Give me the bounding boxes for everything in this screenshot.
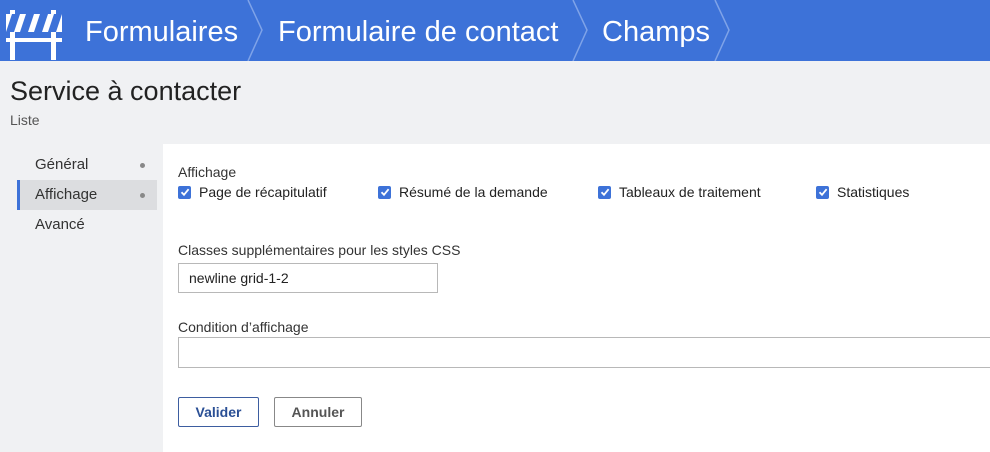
checkbox-request-summary[interactable]: Résumé de la demande: [378, 182, 548, 202]
checkbox-statistics[interactable]: Statistiques: [816, 182, 909, 202]
checkbox-checked-icon[interactable]: [598, 185, 611, 199]
barrier-icon: [6, 10, 62, 60]
checkbox-summary-page[interactable]: Page de récapitulatif: [178, 182, 327, 202]
dot-icon: [140, 163, 145, 168]
checkbox-label: Tableaux de traitement: [619, 184, 761, 200]
nav-item-advanced[interactable]: Avancé: [17, 210, 157, 240]
css-classes-input[interactable]: newline grid-1-2: [178, 263, 438, 293]
nav-item-label: Général: [35, 156, 89, 173]
display-condition-input[interactable]: [178, 337, 990, 368]
display-condition-label: Condition d’affichage: [178, 319, 309, 335]
checkbox-checked-icon[interactable]: [816, 185, 829, 199]
submit-button[interactable]: Valider: [178, 397, 259, 427]
nav-item-label: Avancé: [35, 216, 85, 233]
checkbox-checked-icon[interactable]: [378, 185, 391, 199]
checkbox-label: Résumé de la demande: [399, 184, 548, 200]
nav-item-general[interactable]: Général: [17, 150, 157, 180]
checkbox-label: Statistiques: [837, 184, 910, 200]
breadcrumb-fields[interactable]: Champs: [602, 0, 710, 61]
css-classes-label: Classes supplémentaires pour les styles …: [178, 242, 461, 258]
breadcrumb-forms[interactable]: Formulaires: [85, 0, 238, 61]
breadcrumb-contact-form[interactable]: Formulaire de contact: [278, 0, 558, 61]
chevron-right-icon: [570, 0, 590, 61]
page-title: Service à contacter: [10, 76, 242, 106]
cancel-button[interactable]: Annuler: [274, 397, 362, 427]
chevron-right-icon: [245, 0, 265, 61]
dot-icon: [140, 193, 145, 198]
chevron-right-icon: [712, 0, 732, 61]
checkbox-checked-icon[interactable]: [178, 185, 191, 199]
checkbox-processing-tables[interactable]: Tableaux de traitement: [598, 182, 761, 202]
top-bar: Formulaires Formulaire de contact Champs: [0, 0, 990, 61]
nav-item-label: Affichage: [35, 186, 98, 203]
page-subtitle: Liste: [10, 112, 40, 128]
display-label: Affichage: [178, 164, 237, 180]
nav-item-display[interactable]: Affichage: [17, 180, 157, 210]
app-logo[interactable]: [0, 0, 66, 61]
checkbox-label: Page de récapitulatif: [199, 184, 327, 200]
section-nav: Général Affichage Avancé: [17, 150, 157, 240]
